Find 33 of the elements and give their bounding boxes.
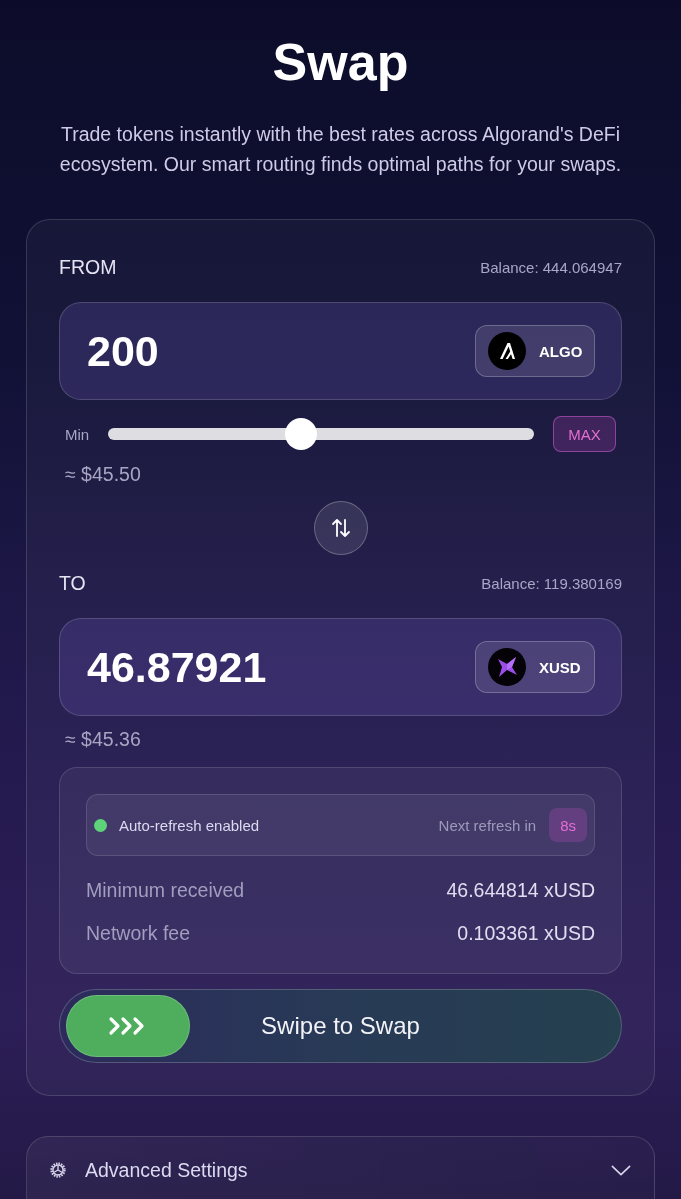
swap-direction-button[interactable] [313,501,368,555]
token-logo-icon [488,648,526,686]
swipe-handle[interactable] [66,995,190,1057]
auto-refresh-label: Auto-refresh enabled [119,816,260,834]
balance-text: Balance: 444.064947 [480,258,622,276]
page-description: Trade tokens instantly with the best rates across Algorand's DeFi ecosystem. Our smart routing finds optimal paths for your swaps. [58,122,623,177]
amount-value: 200 [87,326,159,376]
min-label: Min [65,425,90,443]
refresh-countdown: 8s [549,808,587,842]
usd-value: ≈ $45.50 [65,462,141,486]
usd-value: ≈ $45.36 [65,727,141,751]
balance-text: Balance: 119.380169 [481,574,622,592]
detail-value: 0.103361 xUSD [457,921,595,945]
section-label: TO [59,571,86,595]
page-title: Swap [272,32,409,92]
amount-field[interactable]: 46.87921 XUSD [59,618,622,716]
token-select-button[interactable]: ALGO [475,325,595,377]
detail-label: Network fee [86,921,191,945]
advanced-settings-toggle[interactable]: Advanced Settings [26,1136,655,1199]
amount-value: 46.87921 [87,642,267,692]
max-button[interactable]: MAX [553,416,616,452]
swipe-to-swap-control[interactable]: Swipe to Swap [59,989,622,1063]
detail-label: Minimum received [86,878,245,902]
detail-value: 46.644814 xUSD [446,878,595,902]
swap-arrows-icon [329,517,352,539]
slider-thumb[interactable] [285,418,318,450]
settings-icon [49,1161,67,1179]
amount-slider[interactable] [108,418,534,450]
amount-field[interactable]: 200 ALGO [59,302,622,400]
token-select-button[interactable]: XUSD [475,641,595,693]
next-refresh-label: Next refresh in [438,816,537,834]
token-logo-icon [488,332,526,370]
section-label: FROM [59,255,117,279]
